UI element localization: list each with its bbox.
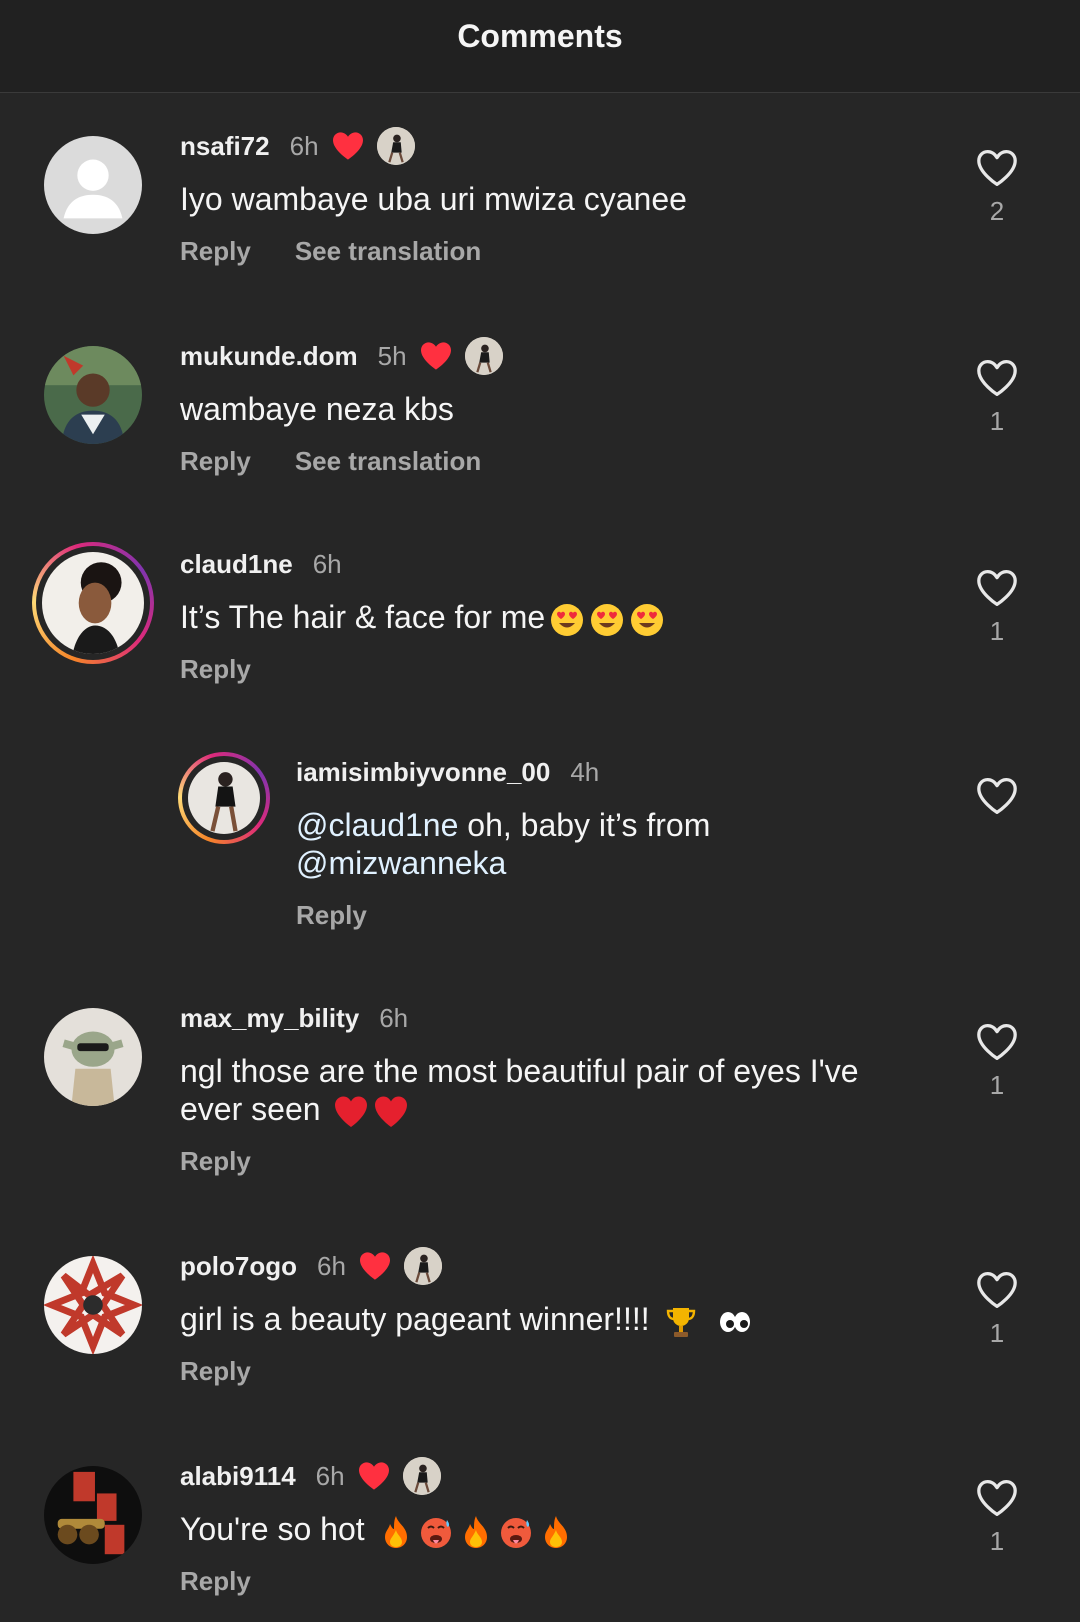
creator-avatar xyxy=(403,1247,442,1285)
like-heart-icon[interactable] xyxy=(975,358,1019,398)
like-count: 2 xyxy=(989,196,1005,226)
reply-button[interactable]: Reply xyxy=(296,900,367,931)
like-heart-icon[interactable] xyxy=(975,568,1019,608)
heart-eyes-emoji xyxy=(629,602,665,638)
comment-text: It’s The hair & face for me xyxy=(180,598,880,638)
username[interactable]: iamisimbiyvonne_00 xyxy=(296,757,550,788)
trophy-emoji xyxy=(663,1304,699,1340)
username[interactable]: mukunde.dom xyxy=(180,341,358,372)
page-title: Comments xyxy=(457,17,623,54)
hot-face-emoji xyxy=(418,1514,454,1550)
fire-emoji xyxy=(538,1514,574,1550)
like-count: 1 xyxy=(989,406,1005,436)
like-heart-icon[interactable] xyxy=(975,776,1019,816)
comment-text: wambaye neza kbs xyxy=(180,391,454,427)
fire-emoji xyxy=(378,1514,414,1550)
creator-avatar xyxy=(376,127,415,165)
username[interactable]: nsafi72 xyxy=(180,131,270,162)
see-translation-button[interactable]: See translation xyxy=(295,446,481,477)
comments-header: Comments xyxy=(0,0,1080,93)
like-count: 1 xyxy=(989,1318,1005,1348)
avatar[interactable] xyxy=(44,1466,142,1564)
creator-avatar xyxy=(402,1457,441,1495)
red-heart-emoji xyxy=(333,1094,369,1130)
timestamp: 6h xyxy=(312,548,342,579)
like-heart-icon[interactable] xyxy=(975,1478,1019,1518)
reply-button[interactable]: Reply xyxy=(180,1356,251,1387)
avatar[interactable] xyxy=(44,136,142,234)
username[interactable]: max_my_bility xyxy=(180,1003,359,1034)
username[interactable]: polo7ogo xyxy=(180,1251,297,1282)
username[interactable]: alabi9114 xyxy=(180,1461,296,1492)
hot-face-emoji xyxy=(498,1514,534,1550)
comment-text-body: ngl those are the most beautiful pair of… xyxy=(180,1053,859,1127)
like-heart-icon[interactable] xyxy=(975,1270,1019,1310)
comment-text-body: You're so hot xyxy=(180,1511,365,1547)
timestamp: 6h xyxy=(289,130,319,161)
like-count: 1 xyxy=(989,616,1005,646)
mention-link[interactable]: @mizwanneka xyxy=(296,845,506,881)
like-heart-icon[interactable] xyxy=(975,1022,1019,1062)
username[interactable]: claud1ne xyxy=(180,549,293,580)
red-heart-emoji xyxy=(373,1094,409,1130)
comment-text: girl is a beauty pageant winner!!!! xyxy=(180,1300,880,1340)
eyes-emoji xyxy=(717,1304,753,1340)
reply-button[interactable]: Reply xyxy=(180,446,251,477)
like-count: 1 xyxy=(989,1070,1005,1100)
timestamp: 6h xyxy=(316,1250,346,1281)
story-ring-avatar[interactable] xyxy=(178,752,270,844)
timestamp: 4h xyxy=(570,756,600,787)
fire-emoji xyxy=(458,1514,494,1550)
comment-text-body: oh, baby it’s from xyxy=(458,807,711,843)
creator-liked-heart-icon xyxy=(357,1461,391,1491)
comment-text: Iyo wambaye uba uri mwiza cyanee xyxy=(180,181,687,217)
creator-liked-heart-icon xyxy=(358,1251,392,1281)
avatar[interactable] xyxy=(44,1008,142,1106)
mention-link[interactable]: @claud1ne xyxy=(296,807,458,843)
creator-liked-heart-icon xyxy=(419,341,453,371)
creator-liked-heart-icon xyxy=(331,131,365,161)
reply-button[interactable]: Reply xyxy=(180,1566,251,1597)
reply-button[interactable]: Reply xyxy=(180,236,251,267)
comment-text: @claud1ne oh, baby it’s from @mizwanneka xyxy=(296,806,936,882)
heart-eyes-emoji xyxy=(589,602,625,638)
timestamp: 6h xyxy=(379,1002,409,1033)
avatar[interactable] xyxy=(44,346,142,444)
avatar[interactable] xyxy=(44,1256,142,1354)
comment-text: ngl those are the most beautiful pair of… xyxy=(180,1052,900,1130)
comment-text: You're so hot xyxy=(180,1510,880,1550)
reply-button[interactable]: Reply xyxy=(180,654,251,685)
like-count: 1 xyxy=(989,1526,1005,1556)
heart-eyes-emoji xyxy=(549,602,585,638)
timestamp: 6h xyxy=(315,1460,345,1491)
comment-text-body: It’s The hair & face for me xyxy=(180,599,546,635)
story-ring-avatar[interactable] xyxy=(32,542,154,664)
creator-avatar xyxy=(464,337,503,375)
see-translation-button[interactable]: See translation xyxy=(295,236,481,267)
like-heart-icon[interactable] xyxy=(975,148,1019,188)
timestamp: 5h xyxy=(377,340,407,371)
comment-text-body: girl is a beauty pageant winner!!!! xyxy=(180,1301,650,1337)
reply-button[interactable]: Reply xyxy=(180,1146,251,1177)
